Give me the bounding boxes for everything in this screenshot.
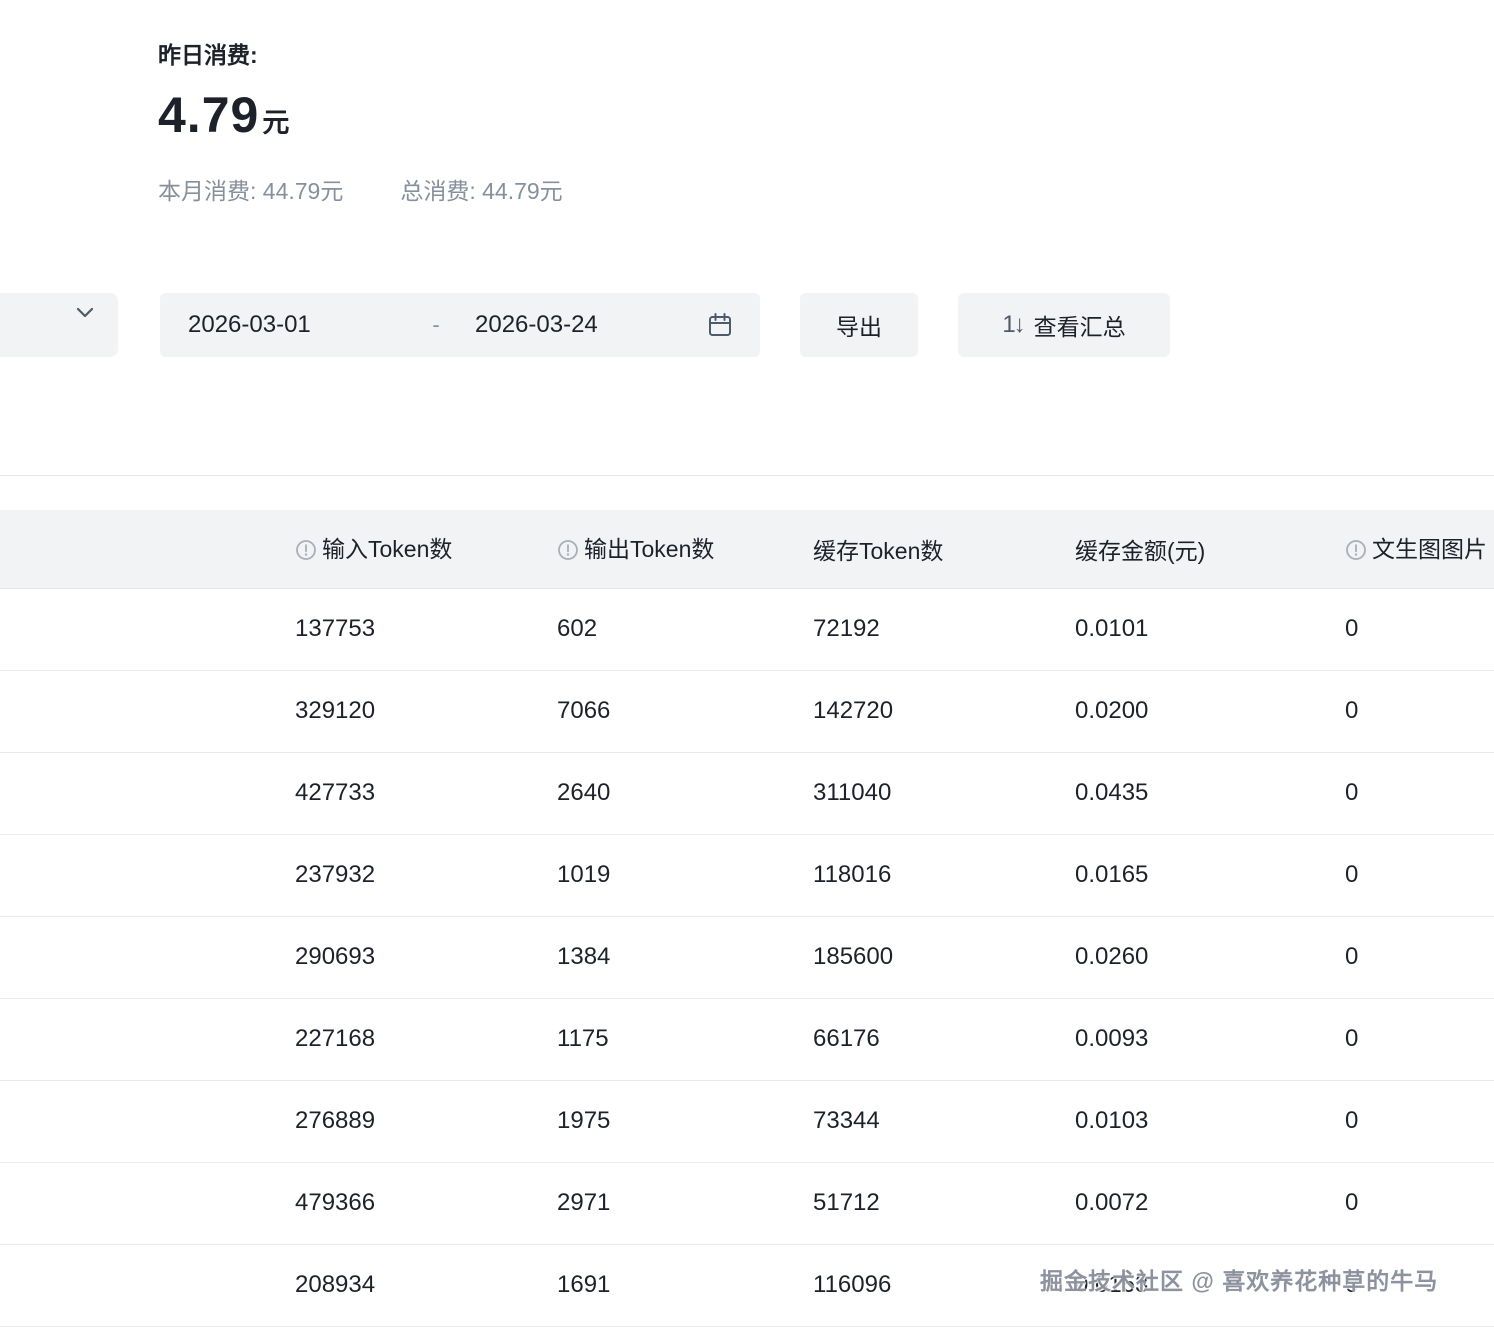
table-cell: 7066 bbox=[525, 670, 781, 752]
table-cell: 116096 bbox=[781, 1244, 1043, 1326]
info-circle-icon bbox=[557, 539, 579, 567]
export-button-label: 导出 bbox=[836, 308, 882, 342]
watermark-text: 掘金技术社区 @ 喜欢养花种草的牛马 bbox=[1040, 1262, 1438, 1296]
total-consumption: 总消费: 44.79元 bbox=[400, 172, 562, 206]
table-cell: 0 bbox=[1313, 670, 1494, 752]
table-cell: 142720 bbox=[781, 670, 1043, 752]
table-cell-empty bbox=[0, 834, 263, 916]
table-cell: 208934 bbox=[263, 1244, 525, 1326]
table-cell: 73344 bbox=[781, 1080, 1043, 1162]
section-divider bbox=[0, 475, 1494, 476]
column-header: 缓存Token数 bbox=[781, 510, 1043, 588]
table-cell-empty bbox=[0, 1080, 263, 1162]
sort-numeric-icon: 1↓ bbox=[1002, 311, 1023, 339]
table-header-row: 输入Token数 输出Token数 缓存Token数 缓存金额(元) 文生图图片 bbox=[0, 510, 1494, 588]
table-cell: 0 bbox=[1313, 998, 1494, 1080]
table-cell-empty bbox=[0, 1162, 263, 1244]
consumption-stats: 昨日消费: 4.79 元 本月消费: 44.79元 总消费: 44.79元 bbox=[158, 36, 563, 206]
table-cell: 137753 bbox=[263, 588, 525, 670]
table-cell: 1019 bbox=[525, 834, 781, 916]
column-header-label: 输出Token数 bbox=[584, 536, 714, 562]
table-cell-empty bbox=[0, 1244, 263, 1326]
table-cell: 0.0101 bbox=[1043, 588, 1313, 670]
column-header bbox=[0, 510, 263, 588]
table-cell-empty bbox=[0, 588, 263, 670]
month-consumption: 本月消费: 44.79元 bbox=[158, 172, 343, 206]
filter-dropdown[interactable] bbox=[0, 293, 118, 357]
table-cell: 0.0435 bbox=[1043, 752, 1313, 834]
yesterday-amount: 4.79 bbox=[158, 86, 259, 144]
yesterday-consumption-label: 昨日消费: bbox=[158, 36, 563, 70]
column-header-label: 缓存金额(元) bbox=[1075, 538, 1205, 564]
column-header: 输出Token数 bbox=[525, 510, 781, 588]
table-cell: 602 bbox=[525, 588, 781, 670]
table-row: 4793662971517120.00720 bbox=[0, 1162, 1494, 1244]
table-cell: 427733 bbox=[263, 752, 525, 834]
table-cell: 237932 bbox=[263, 834, 525, 916]
date-end-value[interactable]: 2026-03-24 bbox=[461, 311, 706, 339]
table-cell: 0.0072 bbox=[1043, 1162, 1313, 1244]
table-cell: 0.0260 bbox=[1043, 916, 1313, 998]
table-cell: 0.0165 bbox=[1043, 834, 1313, 916]
info-circle-icon bbox=[295, 539, 317, 567]
table-cell: 0 bbox=[1313, 1162, 1494, 1244]
table-cell: 0 bbox=[1313, 752, 1494, 834]
table-cell: 185600 bbox=[781, 916, 1043, 998]
table-cell: 1691 bbox=[525, 1244, 781, 1326]
column-header-label: 输入Token数 bbox=[322, 536, 452, 562]
table-cell-empty bbox=[0, 916, 263, 998]
table-cell: 118016 bbox=[781, 834, 1043, 916]
filter-toolbar: 2026-03-01 - 2026-03-24 导出 1↓ 查看汇总 bbox=[0, 293, 1494, 357]
date-range-separator: - bbox=[411, 312, 461, 338]
column-header: 文生图图片 bbox=[1313, 510, 1494, 588]
table-cell: 1175 bbox=[525, 998, 781, 1080]
table-cell-empty bbox=[0, 998, 263, 1080]
info-circle-icon bbox=[1345, 539, 1367, 567]
column-header-label: 文生图图片 bbox=[1372, 536, 1487, 562]
table-row: 42773326403110400.04350 bbox=[0, 752, 1494, 834]
column-header-label: 缓存Token数 bbox=[813, 538, 943, 564]
table-cell: 276889 bbox=[263, 1080, 525, 1162]
table-cell-empty bbox=[0, 670, 263, 752]
currency-unit: 元 bbox=[262, 101, 289, 140]
table-cell: 311040 bbox=[781, 752, 1043, 834]
yesterday-consumption-value: 4.79 元 bbox=[158, 86, 563, 144]
table-cell: 66176 bbox=[781, 998, 1043, 1080]
table-cell: 0 bbox=[1313, 916, 1494, 998]
table-row: 29069313841856000.02600 bbox=[0, 916, 1494, 998]
table-cell: 479366 bbox=[263, 1162, 525, 1244]
table-cell: 51712 bbox=[781, 1162, 1043, 1244]
date-start-value[interactable]: 2026-03-01 bbox=[188, 311, 411, 339]
table-row: 2271681175661760.00930 bbox=[0, 998, 1494, 1080]
view-summary-label: 查看汇总 bbox=[1034, 308, 1126, 342]
view-summary-button[interactable]: 1↓ 查看汇总 bbox=[958, 293, 1170, 357]
table-cell: 2971 bbox=[525, 1162, 781, 1244]
table-cell: 1975 bbox=[525, 1080, 781, 1162]
table-cell: 0.0103 bbox=[1043, 1080, 1313, 1162]
calendar-icon bbox=[706, 311, 734, 339]
column-header: 输入Token数 bbox=[263, 510, 525, 588]
table-row: 23793210191180160.01650 bbox=[0, 834, 1494, 916]
table-cell: 0 bbox=[1313, 1080, 1494, 1162]
table-body: 137753602721920.0101032912070661427200.0… bbox=[0, 588, 1494, 1326]
table-row: 137753602721920.01010 bbox=[0, 588, 1494, 670]
table-cell: 1384 bbox=[525, 916, 781, 998]
table-cell-empty bbox=[0, 752, 263, 834]
table-cell: 0.0093 bbox=[1043, 998, 1313, 1080]
table-cell: 72192 bbox=[781, 588, 1043, 670]
export-button[interactable]: 导出 bbox=[800, 293, 918, 357]
usage-table: 输入Token数 输出Token数 缓存Token数 缓存金额(元) 文生图图片 137… bbox=[0, 510, 1494, 1327]
table-cell: 0 bbox=[1313, 588, 1494, 670]
column-header: 缓存金额(元) bbox=[1043, 510, 1313, 588]
table-cell: 227168 bbox=[263, 998, 525, 1080]
date-range-picker[interactable]: 2026-03-01 - 2026-03-24 bbox=[160, 293, 760, 357]
table-cell: 329120 bbox=[263, 670, 525, 752]
usage-table-container: 输入Token数 输出Token数 缓存Token数 缓存金额(元) 文生图图片 137… bbox=[0, 510, 1494, 1327]
table-row: 32912070661427200.02000 bbox=[0, 670, 1494, 752]
table-cell: 0 bbox=[1313, 834, 1494, 916]
table-row: 2768891975733440.01030 bbox=[0, 1080, 1494, 1162]
table-cell: 2640 bbox=[525, 752, 781, 834]
table-cell: 290693 bbox=[263, 916, 525, 998]
table-cell: 0.0200 bbox=[1043, 670, 1313, 752]
